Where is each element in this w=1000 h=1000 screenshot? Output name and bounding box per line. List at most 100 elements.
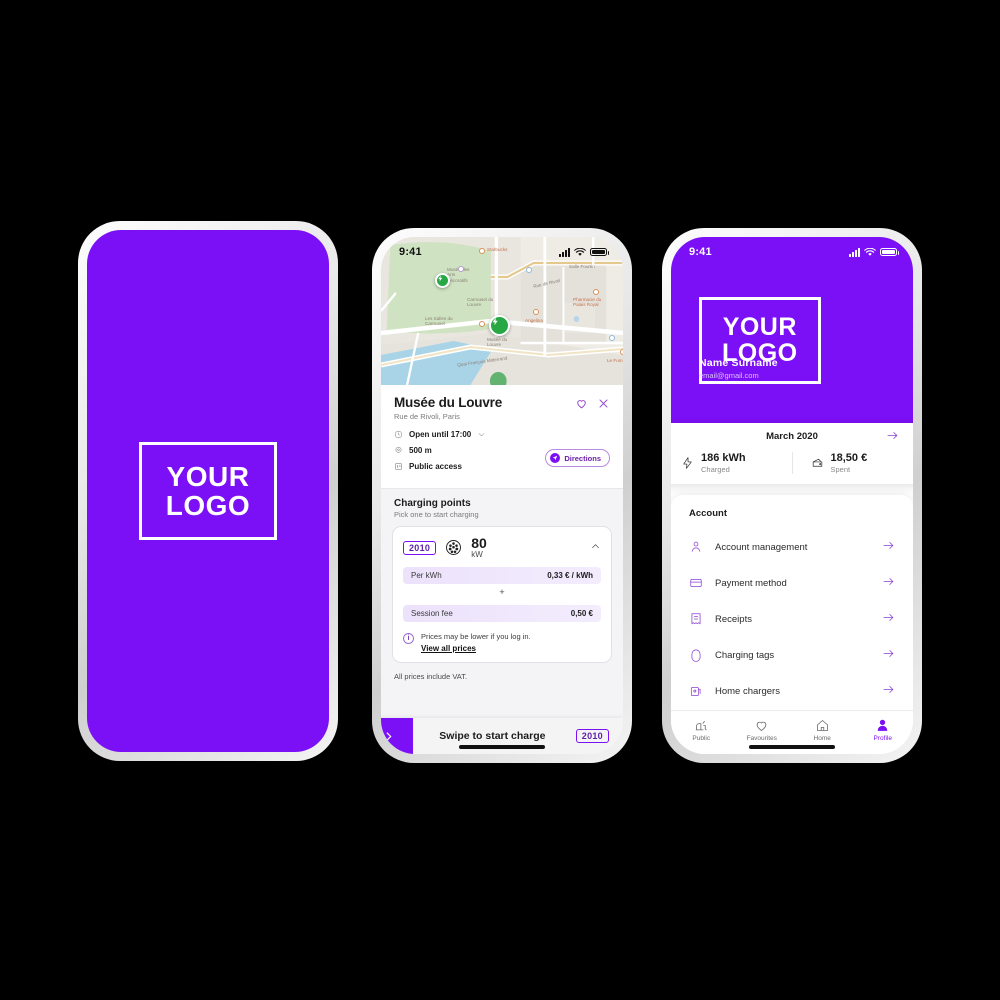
profile-icon (877, 719, 888, 731)
arrow-right-icon (882, 682, 895, 700)
per-kwh-value: 0,33 € / kWh (547, 571, 593, 580)
account-item-account-management[interactable]: Account management (671, 529, 913, 565)
directions-label: Directions (564, 453, 601, 463)
spent-label: Spent (830, 465, 851, 474)
app-logo: YOUR LOGO (138, 441, 278, 541)
logo-line-1: YOUR (722, 313, 797, 341)
status-time: 9:41 (399, 246, 422, 258)
user-name: Name Surname (699, 357, 778, 369)
account-item-charging-tags[interactable]: Charging tags (671, 637, 913, 673)
arrow-right-icon (882, 538, 895, 556)
mockup-stage: YOUR LOGO Musée des Arts Décoratifs Carr… (0, 0, 1000, 1000)
status-time: 9:41 (689, 246, 712, 258)
account-item-label: Home chargers (715, 685, 780, 697)
close-icon[interactable] (597, 397, 610, 410)
price-note: i Prices may be lower if you log in. Vie… (403, 632, 601, 653)
price-per-kwh-row: Per kWh 0,33 € / kWh (403, 567, 601, 584)
opening-hours-row[interactable]: Open until 17:00 (394, 430, 610, 439)
tab-home[interactable]: Home (792, 718, 853, 742)
battery-icon (590, 248, 609, 256)
splash-screen: YOUR LOGO (87, 230, 329, 752)
stats-next-button[interactable] (886, 430, 899, 444)
map-pin-charger-1[interactable] (435, 273, 450, 288)
favourite-heart-icon[interactable] (575, 397, 588, 410)
directions-button[interactable]: Directions (545, 449, 610, 467)
arrow-right-icon (882, 574, 895, 592)
chevron-up-icon (592, 543, 599, 548)
view-all-prices-link[interactable]: View all prices (421, 644, 531, 653)
person-icon (689, 540, 703, 554)
place-detail-sheet: Musée du Louvre Rue de Rivoli, Paris Ope… (381, 385, 623, 754)
connector-type2-icon (446, 540, 462, 555)
place-address: Rue de Rivoli, Paris (394, 412, 460, 421)
status-bar: 9:41 (671, 237, 913, 263)
navigation-arrow-icon (550, 453, 561, 463)
distance-label: 500 m (409, 446, 432, 455)
collapse-toggle[interactable] (590, 539, 601, 557)
bolt-icon (438, 275, 443, 282)
price-plus-sign: + (499, 587, 505, 597)
opening-hours-label: Open until 17:00 (409, 430, 472, 439)
stats-month-label: March 2020 (766, 431, 818, 442)
tab-label: Profile (873, 734, 892, 742)
wallet-icon (812, 458, 822, 467)
tab-label: Home (813, 734, 831, 742)
phone-mockup-splash: YOUR LOGO (78, 221, 338, 761)
access-label: Public access (409, 462, 462, 471)
public-access-icon (395, 463, 402, 470)
account-item-home-chargers[interactable]: Home chargers (671, 673, 913, 709)
charging-point-card[interactable]: 2010 80 kW Per kWh 0,33 € / kWh + Sessio… (392, 526, 612, 663)
tab-label: Favourites (746, 734, 777, 742)
logo-line-2: LOGO (165, 490, 251, 521)
home-charger-icon (689, 684, 703, 698)
arrow-right-icon (887, 431, 898, 440)
account-item-label: Payment method (715, 577, 787, 589)
chevron-down-icon (478, 433, 485, 437)
status-bar: 9:41 (381, 237, 623, 263)
charging-points-title: Charging points (394, 498, 471, 509)
account-item-receipts[interactable]: Receipts (671, 601, 913, 637)
charged-label: Charged (701, 465, 730, 474)
tag-icon (689, 648, 703, 662)
tab-public[interactable]: Public (671, 718, 732, 742)
map-pin-charger-2[interactable] (489, 315, 510, 336)
tab-profile[interactable]: Profile (853, 718, 914, 742)
swipe-label: Swipe to start charge (439, 730, 546, 742)
bolt-icon (492, 317, 498, 326)
vat-note: All prices include VAT. (394, 672, 468, 681)
account-item-payment-method[interactable]: Payment method (671, 565, 913, 601)
per-kwh-label: Per kWh (411, 571, 442, 580)
account-item-label: Account management (715, 541, 808, 553)
power-unit: kW (471, 550, 483, 559)
battery-icon (880, 248, 899, 256)
place-title: Musée du Louvre (394, 395, 503, 410)
charger-detail-screen: Musée des Arts Décoratifs Carrousel du L… (381, 237, 623, 754)
user-email: email@gmail.com (699, 371, 759, 380)
stat-charged: 186 kWh Charged (671, 452, 792, 474)
session-fee-value: 0,50 € (570, 609, 593, 618)
logo-line-1: YOUR (166, 460, 250, 492)
spent-value: 18,50 € (830, 452, 868, 464)
wifi-icon (864, 247, 876, 256)
charged-value: 186 kWh (701, 452, 746, 464)
cellular-icon (849, 247, 860, 257)
charge-point-id-badge: 2010 (403, 540, 437, 555)
info-icon: i (403, 633, 414, 644)
profile-screen: 9:41 YOUR LOGO Name Surname email@gmail.… (671, 237, 913, 754)
chevron-right-icon (385, 731, 392, 741)
clock-icon (394, 430, 403, 439)
account-item-label: Charging tags (715, 649, 775, 661)
home-icon (816, 719, 828, 731)
heart-icon (756, 721, 767, 731)
monthly-stats-card[interactable]: March 2020 186 kWh Charged 18,50 € Spent (671, 423, 913, 484)
price-note-text: Prices may be lower if you log in. (421, 632, 531, 641)
session-fee-row: Session fee 0,50 € (403, 605, 601, 622)
tab-favourites[interactable]: Favourites (732, 718, 793, 742)
location-pin-icon (395, 446, 402, 453)
home-indicator (749, 745, 835, 749)
card-icon (689, 576, 703, 590)
bolt-icon (683, 457, 692, 469)
arrow-right-icon (882, 646, 895, 664)
swipe-handle[interactable] (381, 718, 413, 754)
session-fee-label: Session fee (411, 609, 453, 618)
